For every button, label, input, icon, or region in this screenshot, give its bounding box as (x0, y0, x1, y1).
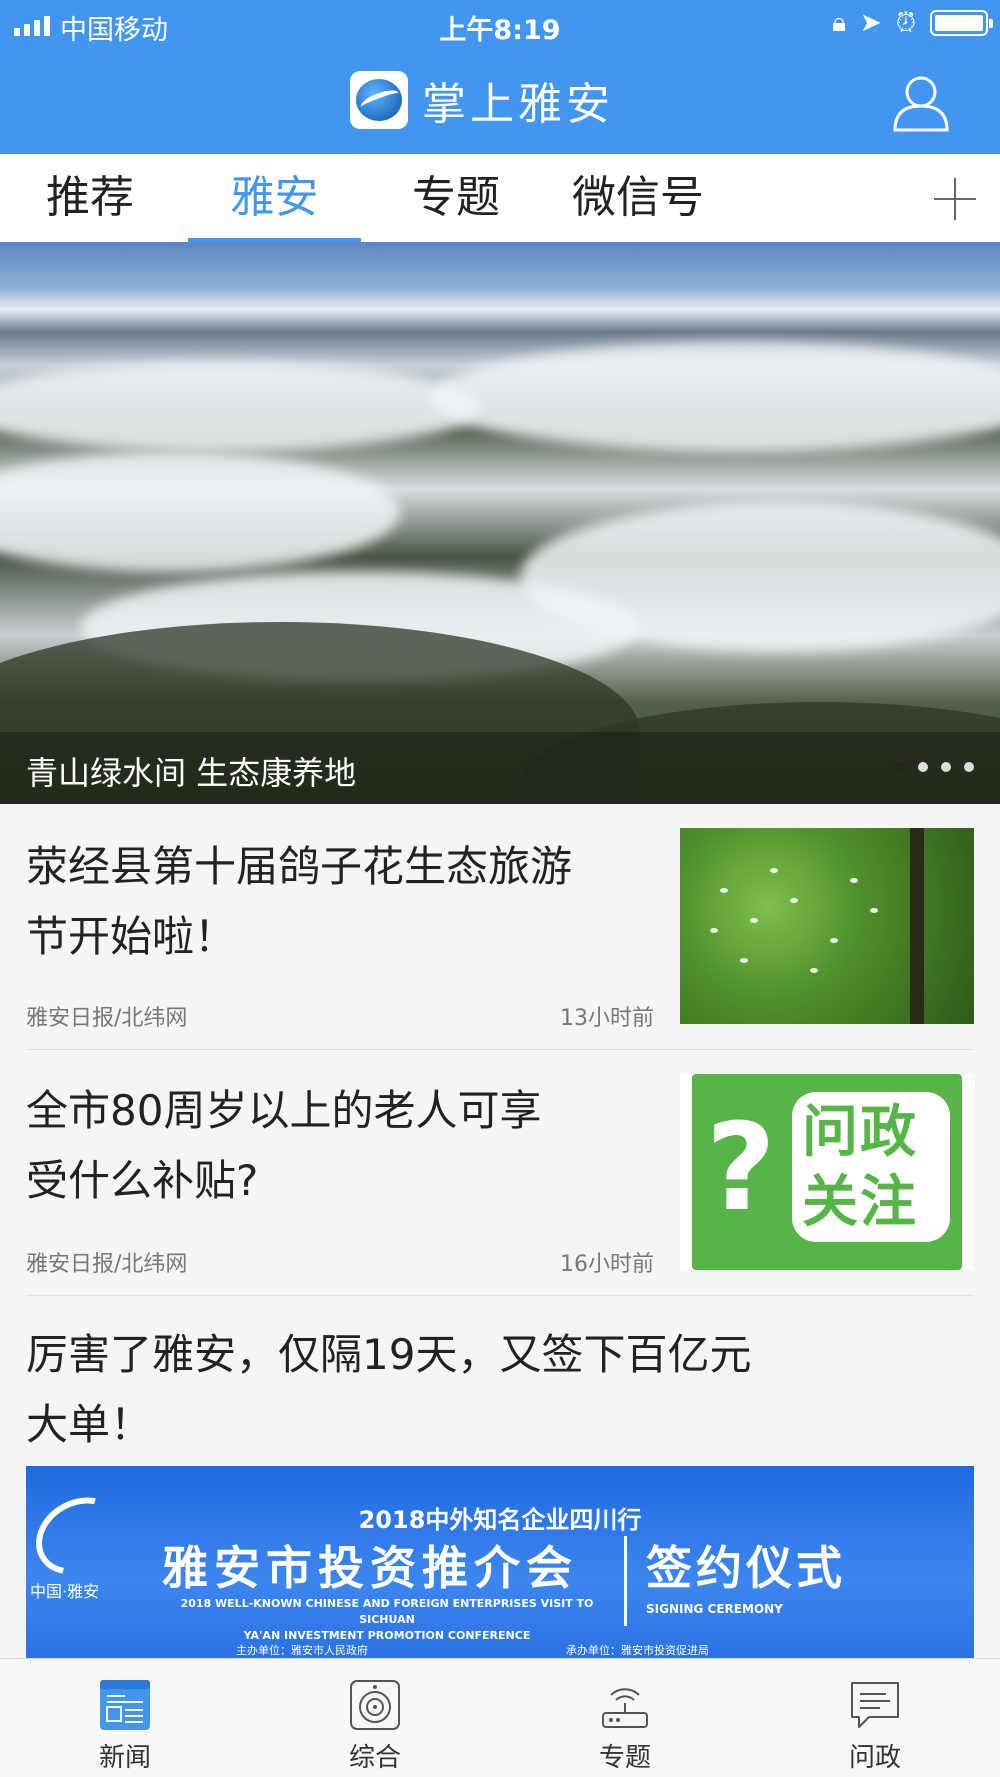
carousel-dot (895, 762, 905, 772)
carousel-dot (964, 762, 974, 772)
news-source: 雅安日报/北纬网 (26, 1252, 188, 1277)
app-logo-icon (350, 71, 408, 129)
bottom-tab-general[interactable]: 综合 (250, 1659, 500, 1777)
router-icon (599, 1679, 651, 1731)
carousel-indicator (895, 762, 974, 772)
tab-special[interactable]: 专题 (386, 154, 526, 242)
location-arrow-icon: ➤ (859, 8, 882, 38)
news-title: 厉害了雅安，仅隔19天，又签下百亿元 大单！ (26, 1330, 752, 1449)
question-mark-icon: ? (706, 1099, 776, 1238)
carousel-dot (918, 762, 928, 772)
banner-caption: 青山绿水间 生态康养地 (26, 754, 357, 792)
thumbnail-text: 问政 关注 (802, 1100, 918, 1235)
news-poster-image: 中国·雅安 2018中外知名企业四川行 雅安市投资推介会 签约仪式 2018 W… (26, 1466, 974, 1658)
status-bar: 中国移动 上午8:19 🔒︎ ➤ ⏰︎ (0, 0, 1000, 50)
app-title: 掌上雅安 (422, 79, 614, 130)
bottom-tab-special[interactable]: 专题 (500, 1659, 750, 1777)
app-header: 中国移动 上午8:19 🔒︎ ➤ ⏰︎ 掌上雅安 (0, 0, 1000, 154)
alarm-icon: ⏰︎ (895, 8, 916, 38)
news-thumbnail (680, 828, 974, 1024)
divider (26, 1295, 974, 1296)
app-brand: 掌上雅安 (350, 70, 614, 130)
news-meta: 雅安日报/北纬网 13小时前 (26, 1000, 654, 1032)
bottom-tab-label: 新闻 (98, 1743, 151, 1773)
news-time: 16小时前 (560, 1252, 654, 1277)
bottom-tab-label: 综合 (348, 1743, 401, 1773)
newspaper-icon (99, 1679, 151, 1731)
carousel-dot (941, 762, 951, 772)
plus-icon[interactable] (932, 176, 978, 222)
tab-wechat[interactable]: 微信号 (552, 154, 724, 242)
news-source: 雅安日报/北纬网 (26, 1006, 188, 1031)
channel-tabs: 推荐 雅安 专题 微信号 (0, 154, 1000, 242)
battery-icon (930, 10, 993, 36)
news-thumbnail: ? 问政 关注 (680, 1074, 974, 1270)
news-time: 13小时前 (560, 1006, 654, 1031)
bottom-tab-bar: 新闻 综合 专题 问政 (0, 1658, 1000, 1777)
bottom-tab-label: 问政 (848, 1743, 901, 1773)
bottom-tab-news[interactable]: 新闻 (0, 1659, 250, 1777)
news-title: 全市80周岁以上的老人可享 受什么补贴? (26, 1086, 542, 1205)
speaker-icon (349, 1679, 401, 1731)
bottom-tab-label: 专题 (598, 1743, 651, 1773)
yaan-logo-icon (26, 1482, 136, 1590)
rotation-lock-icon: 🔒︎ (832, 8, 846, 38)
banner-carousel[interactable]: 青山绿水间 生态康养地 (0, 242, 1000, 804)
tab-recommend[interactable]: 推荐 (20, 154, 160, 242)
bottom-tab-politics[interactable]: 问政 (750, 1659, 1000, 1777)
news-list: 荥经县第十届鸽子花生态旅游 节开始啦！ 雅安日报/北纬网 13小时前 全市80周… (0, 804, 1000, 1658)
tab-yaan[interactable]: 雅安 (188, 154, 361, 242)
chat-bubble-icon (849, 1679, 901, 1731)
divider (26, 1049, 974, 1050)
news-meta: 雅安日报/北纬网 16小时前 (26, 1246, 654, 1278)
news-title: 荥经县第十届鸽子花生态旅游 节开始啦！ (26, 842, 573, 961)
user-profile-icon[interactable] (890, 72, 952, 134)
